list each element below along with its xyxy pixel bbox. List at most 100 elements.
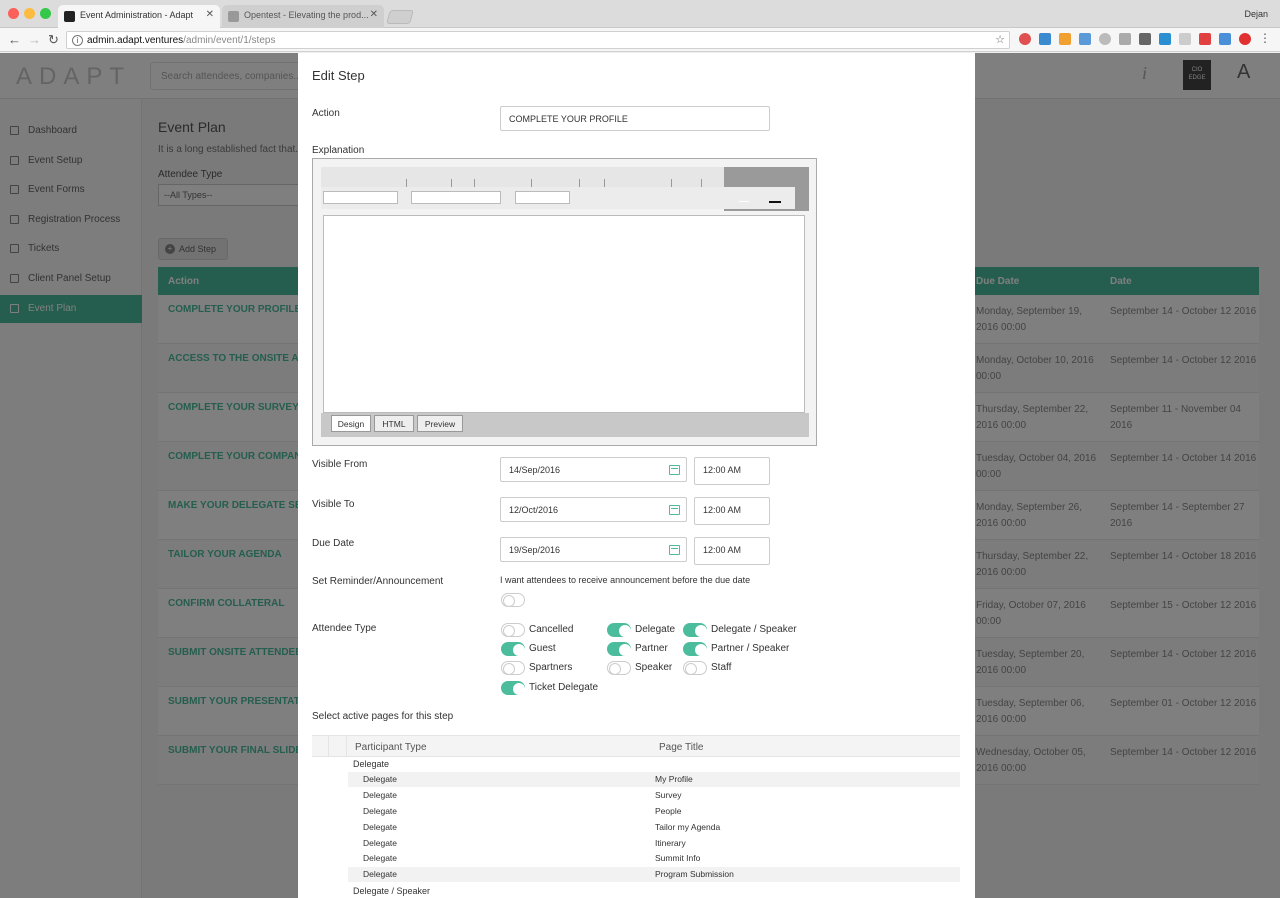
toggle-partner[interactable]	[607, 642, 631, 656]
cell-page-title: Summit Info	[655, 853, 701, 863]
extension-icon[interactable]	[1139, 33, 1151, 45]
explanation-label: Explanation	[312, 145, 365, 156]
toggle-label: Staff	[711, 662, 732, 673]
calendar-icon[interactable]	[669, 465, 680, 475]
bookmark-star-icon[interactable]: ☆	[995, 33, 1005, 46]
extension-icon[interactable]	[1079, 33, 1091, 45]
toggle-label: Guest	[529, 643, 556, 654]
extension-icon[interactable]	[1019, 33, 1031, 45]
extension-icon[interactable]	[1099, 33, 1111, 45]
toggle-speaker[interactable]	[607, 661, 631, 675]
toggle-staff[interactable]	[683, 661, 707, 675]
toggle-delegate-speaker[interactable]	[683, 623, 707, 637]
new-tab-button[interactable]	[386, 10, 414, 24]
close-window-button[interactable]	[8, 8, 19, 19]
toggle-ticket-delegate[interactable]	[501, 681, 525, 695]
toggle-partner-speaker[interactable]	[683, 642, 707, 656]
toolbar-minus-icon[interactable]	[739, 201, 749, 202]
extension-icon[interactable]	[1159, 33, 1171, 45]
visible-from-date-value: 14/Sep/2016	[509, 465, 561, 475]
visible-to-date-value: 12/Oct/2016	[509, 505, 559, 515]
tab-preview[interactable]: Preview	[417, 415, 463, 432]
tab-title: Event Administration - Adapt	[80, 10, 194, 20]
back-arrow-icon[interactable]: ←	[8, 32, 21, 47]
cell-participant: Delegate	[363, 806, 398, 816]
cell-participant: Delegate	[363, 869, 398, 879]
toggle-label: Delegate	[635, 624, 676, 635]
toggle-label: Partner / Speaker	[711, 643, 790, 654]
browser-menu-icon[interactable]: ⋮	[1259, 32, 1271, 45]
toolbar-dash-icon[interactable]	[769, 201, 781, 203]
visible-from-label: Visible From	[312, 459, 368, 470]
column-participant-type[interactable]: Participant Type	[355, 742, 427, 753]
group-header-delegate-speaker[interactable]: Delegate / Speaker	[353, 886, 430, 896]
url-input[interactable]: i admin.adapt.ventures/admin/event/1/ste…	[66, 31, 1010, 49]
modal-title: Edit Step	[312, 68, 365, 83]
table-row[interactable]: Delegate Summit Info	[348, 851, 960, 866]
visible-to-date-input[interactable]: 12/Oct/2016	[500, 497, 687, 522]
table-row[interactable]: Delegate Survey	[348, 788, 960, 803]
tab-design[interactable]: Design	[331, 415, 371, 432]
column-page-title[interactable]: Page Title	[659, 742, 703, 753]
toggle-label: Delegate / Speaker	[711, 624, 797, 635]
expand-column	[312, 736, 329, 757]
toggle-guest[interactable]	[501, 642, 525, 656]
reminder-label: Set Reminder/Announcement	[312, 576, 444, 587]
calendar-icon[interactable]	[669, 505, 680, 515]
close-tab-icon[interactable]: ✕	[370, 9, 378, 20]
font-size-dropdown[interactable]	[411, 191, 501, 204]
cell-participant: Delegate	[363, 838, 398, 848]
forward-arrow-icon[interactable]: →	[28, 32, 41, 47]
extension-icon[interactable]	[1239, 33, 1251, 45]
cell-participant: Delegate	[363, 822, 398, 832]
rich-text-editor: Design HTML Preview	[312, 158, 817, 446]
maximize-window-button[interactable]	[40, 8, 51, 19]
due-date-value: 19/Sep/2016	[509, 545, 561, 555]
cell-page-title: Program Submission	[655, 869, 734, 879]
editor-content-area[interactable]	[323, 215, 805, 413]
pages-section-label: Select active pages for this step	[312, 711, 454, 722]
tab-html[interactable]: HTML	[374, 415, 414, 432]
select-column[interactable]	[329, 736, 347, 757]
toggle-cancelled[interactable]	[501, 623, 525, 637]
cell-participant: Delegate	[363, 790, 398, 800]
extension-icon[interactable]	[1179, 33, 1191, 45]
reminder-toggle[interactable]	[501, 593, 525, 607]
editor-mode-tabs: Design HTML Preview	[321, 413, 809, 437]
extension-icon[interactable]	[1039, 33, 1051, 45]
due-date-input[interactable]: 19/Sep/2016	[500, 537, 687, 562]
browser-user[interactable]: Dejan	[1244, 9, 1268, 19]
action-input[interactable]: COMPLETE YOUR PROFILE	[500, 106, 770, 131]
extension-icon[interactable]	[1119, 33, 1131, 45]
reload-icon[interactable]: ↻	[48, 32, 59, 48]
reminder-description: I want attendees to receive announcement…	[500, 575, 751, 585]
table-row[interactable]: Delegate Itinerary	[348, 836, 960, 851]
tab-title: Opentest - Elevating the prod...	[244, 10, 369, 20]
minimize-window-button[interactable]	[24, 8, 35, 19]
table-row[interactable]: Delegate People	[348, 804, 960, 819]
group-header-delegate[interactable]: Delegate	[353, 759, 389, 769]
close-tab-icon[interactable]: ✕	[206, 9, 214, 20]
visible-from-date-input[interactable]: 14/Sep/2016	[500, 457, 687, 482]
table-row[interactable]: Delegate Program Submission	[348, 867, 960, 882]
extension-icon[interactable]	[1199, 33, 1211, 45]
table-row[interactable]: Delegate My Profile	[348, 772, 960, 787]
site-info-icon[interactable]: i	[72, 35, 83, 46]
calendar-icon[interactable]	[669, 545, 680, 555]
table-row[interactable]: Delegate Tailor my Agenda	[348, 820, 960, 835]
cell-page-title: Survey	[655, 790, 682, 800]
toggle-delegate[interactable]	[607, 623, 631, 637]
pages-grid-header: Participant Type Page Title	[312, 735, 960, 757]
format-dropdown[interactable]	[515, 191, 570, 204]
cell-participant: Delegate	[363, 774, 398, 784]
extension-icon[interactable]	[1059, 33, 1071, 45]
extension-icon[interactable]	[1219, 33, 1231, 45]
toggle-spartners[interactable]	[501, 661, 525, 675]
browser-tab-opentest[interactable]: Opentest - Elevating the prod... ✕	[222, 5, 384, 28]
font-name-dropdown[interactable]	[323, 191, 398, 204]
visible-to-time-input[interactable]: 12:00 AM	[694, 497, 770, 525]
edit-step-modal: Edit Step Action COMPLETE YOUR PROFILE E…	[298, 53, 975, 898]
visible-from-time-input[interactable]: 12:00 AM	[694, 457, 770, 485]
due-date-time-input[interactable]: 12:00 AM	[694, 537, 770, 565]
browser-tab-active[interactable]: Event Administration - Adapt ✕	[58, 5, 220, 28]
